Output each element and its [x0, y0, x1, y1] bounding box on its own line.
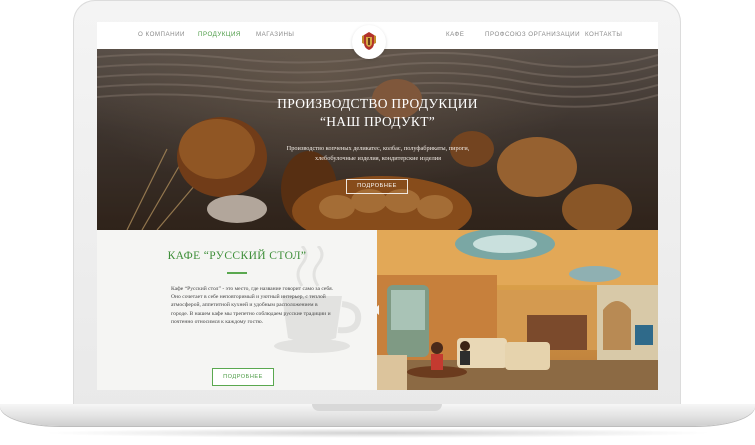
hero-title-line2: “НАШ ПРОДУКТ” — [319, 114, 436, 129]
hero-details-button[interactable]: ПОДРОБНЕЕ — [346, 179, 408, 194]
hero-title-line1: ПРОИЗВОДСТВО ПРОДУКЦИИ — [277, 96, 478, 111]
nav-item-cafe[interactable]: Кафе — [446, 31, 464, 38]
nav-item-union[interactable]: Профсоюз организации — [485, 31, 580, 38]
cafe-section: КАФЕ “РУССКИЙ СТОЛ” Кафе “Русский стол” … — [97, 230, 377, 390]
cafe-details-button[interactable]: ПОДРОБНЕЕ — [212, 368, 274, 386]
company-logo[interactable] — [352, 25, 386, 59]
hero-overlay — [97, 49, 658, 230]
nav-item-contacts[interactable]: Контакты — [585, 31, 622, 38]
laptop-shadow — [40, 428, 715, 438]
nav-item-stores[interactable]: Магазины — [256, 31, 294, 38]
title-divider — [227, 272, 247, 274]
hero-subtitle: Производство копченых деликатес, колбас,… — [286, 145, 470, 162]
nav-item-products[interactable]: Продукция — [198, 31, 241, 38]
hero-banner: ПРОИЗВОДСТВО ПРОДУКЦИИ “НАШ ПРОДУКТ” Про… — [97, 49, 658, 230]
cafe-interior-photo — [377, 230, 658, 390]
section-pointer — [373, 305, 379, 315]
laptop-notch — [312, 404, 442, 411]
crest-icon — [362, 32, 376, 50]
website-screen: О компании Продукция Магазины Кафе Профс… — [97, 22, 658, 390]
nav-item-about[interactable]: О компании — [138, 31, 185, 38]
cafe-title: КАФЕ “РУССКИЙ СТОЛ” — [167, 250, 307, 262]
cafe-description: Кафе “Русский стол” - это место, где наз… — [171, 286, 334, 325]
